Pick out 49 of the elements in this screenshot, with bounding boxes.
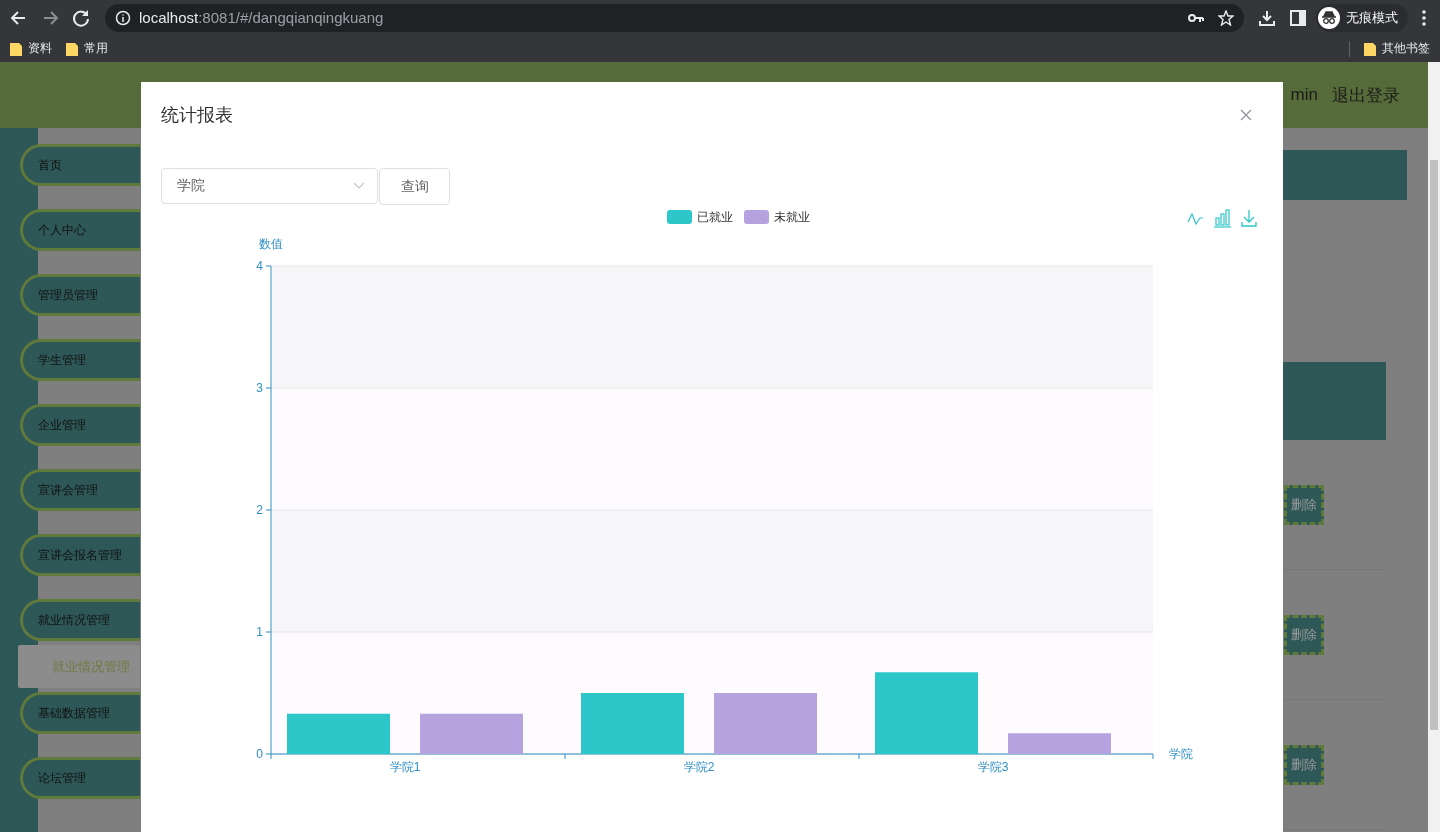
- side-panel-icon[interactable]: [1290, 9, 1306, 26]
- logout-link[interactable]: 退出登录: [1332, 83, 1400, 107]
- sidebar-item[interactable]: 就业情况管理: [20, 599, 140, 641]
- folder-icon: [1364, 41, 1376, 56]
- query-button[interactable]: 查询: [379, 168, 450, 205]
- username: min: [1290, 85, 1318, 105]
- legend-swatch[interactable]: [744, 210, 769, 224]
- info-icon[interactable]: [115, 9, 131, 26]
- legend-label[interactable]: 未就业: [774, 210, 810, 224]
- sidebar-item[interactable]: 基础数据管理: [20, 692, 140, 734]
- chevron-down-icon: [353, 182, 365, 190]
- sidebar-item[interactable]: 个人中心: [20, 209, 140, 251]
- folder-icon: [10, 41, 22, 56]
- y-tick-label: 1: [256, 625, 263, 639]
- bookmark[interactable]: 常用: [84, 40, 108, 57]
- delete-button[interactable]: 删除: [1284, 614, 1324, 655]
- sidebar-item[interactable]: 企业管理: [20, 404, 140, 446]
- x-tick-label: 学院1: [389, 760, 421, 774]
- folder-icon: [66, 41, 78, 56]
- college-select[interactable]: 学院: [161, 168, 378, 204]
- bookmark[interactable]: 其他书签: [1382, 40, 1430, 57]
- x-axis-title: 学院: [1169, 747, 1193, 761]
- address-bar[interactable]: localhost:8081/#/dangqianqingkuang: [105, 3, 1244, 32]
- legend-label[interactable]: 已就业: [697, 210, 733, 224]
- legend-swatch[interactable]: [667, 210, 692, 224]
- y-tick-label: 0: [256, 747, 263, 761]
- scrollbar[interactable]: [1428, 62, 1440, 832]
- menu-icon[interactable]: [1422, 9, 1426, 26]
- sidebar-item[interactable]: 首页: [20, 144, 140, 186]
- bookmark[interactable]: 资料: [28, 40, 52, 57]
- sidebar-item[interactable]: 宣讲会报名管理: [20, 534, 140, 576]
- incognito-icon: [1321, 10, 1337, 25]
- sidebar-item[interactable]: 宣讲会管理: [20, 469, 140, 511]
- sidebar-item[interactable]: 学生管理: [20, 339, 140, 381]
- delete-button[interactable]: 删除: [1284, 744, 1324, 785]
- x-tick-label: 学院2: [683, 760, 715, 774]
- star-icon[interactable]: [1218, 9, 1234, 26]
- close-icon[interactable]: [1239, 108, 1253, 122]
- y-tick-label: 2: [256, 503, 263, 517]
- y-tick-label: 4: [256, 259, 263, 273]
- y-axis-title: 数值: [259, 237, 283, 251]
- sidebar-item[interactable]: 管理员管理: [20, 274, 140, 316]
- key-icon[interactable]: [1188, 12, 1204, 23]
- x-tick-label: 学院3: [977, 760, 1009, 774]
- sidebar-item[interactable]: 论坛管理: [20, 757, 140, 799]
- dialog-title: 统计报表: [161, 104, 233, 127]
- y-tick-label: 3: [256, 381, 263, 395]
- profile-button[interactable]: 无痕模式: [1316, 3, 1408, 32]
- delete-button[interactable]: 删除: [1284, 484, 1324, 525]
